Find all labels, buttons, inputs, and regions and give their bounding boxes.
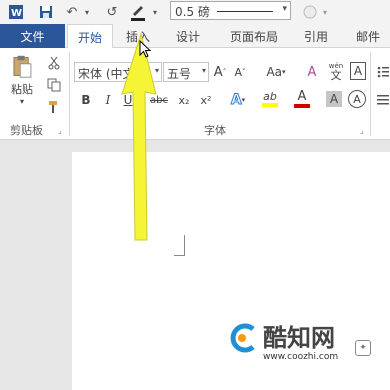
mouse-cursor-icon xyxy=(139,40,152,58)
yellow-pointer-arrow xyxy=(121,32,157,241)
